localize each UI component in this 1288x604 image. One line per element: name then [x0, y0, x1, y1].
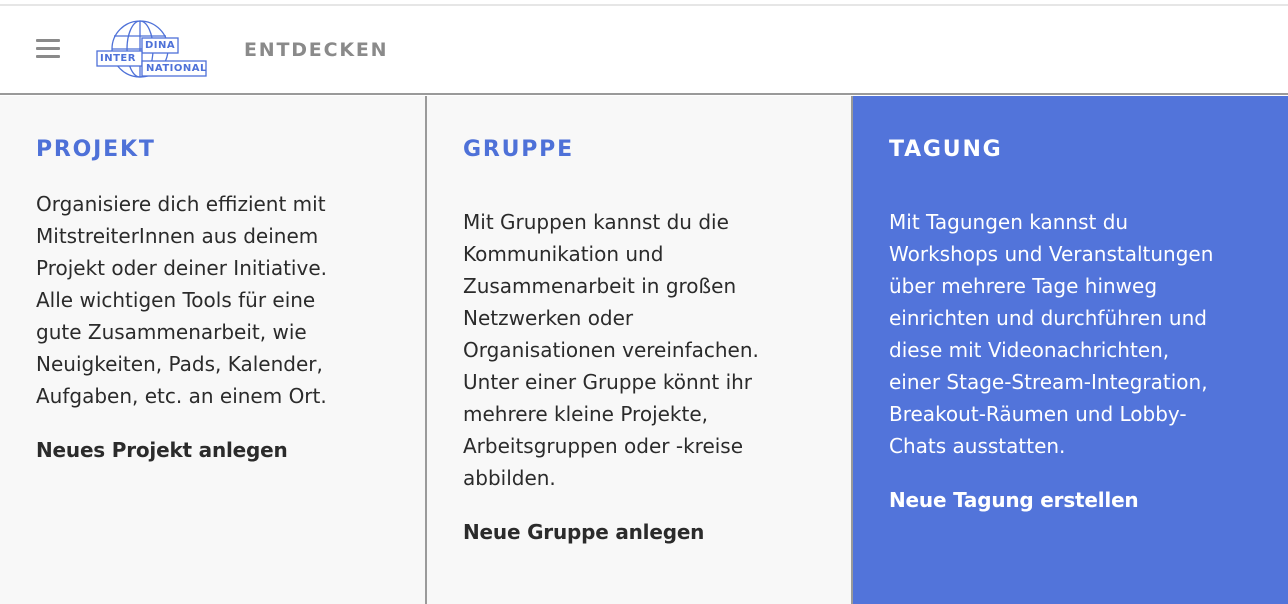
description-line: Zusammenarbeit in großen [463, 274, 737, 298]
card-title: TAGUNG [889, 137, 1003, 162]
logo-text-national: NATIONAL [146, 63, 207, 74]
description-line: mehrere kleine Projekte, [463, 402, 709, 426]
card-gruppe: GRUPPE Mit Gruppen kannst du die Kommuni… [427, 96, 853, 604]
card-description: Mit Gruppen kannst du die Kommunikation … [463, 206, 813, 494]
description-line: Organisiere dich effizient mit [36, 192, 326, 216]
new-conference-link[interactable]: Neue Tagung erstellen [889, 488, 1139, 512]
logo-text-inter: INTER [100, 53, 136, 64]
new-project-link[interactable]: Neues Projekt anlegen [36, 438, 288, 462]
card-title: PROJEKT [36, 137, 156, 162]
description-line: abbilden. [463, 466, 556, 490]
description-line: einrichten und durchführen und [889, 306, 1207, 330]
description-line: Chats ausstatten. [889, 434, 1066, 458]
dina-international-logo[interactable]: DINA INTER NATIONAL [94, 18, 210, 82]
description-line: einer Stage-Stream-Integration, [889, 370, 1208, 394]
new-group-link[interactable]: Neue Gruppe anlegen [463, 520, 704, 544]
create-options: PROJEKT Organisiere dich effizient mit M… [0, 96, 1288, 604]
description-line: Organisationen vereinfachen. [463, 338, 759, 362]
logo-text-dina: DINA [145, 40, 176, 51]
hamburger-menu-icon[interactable] [36, 39, 60, 59]
description-line: diese mit Videonachrichten, [889, 338, 1170, 362]
description-line: Arbeitsgruppen oder -kreise [463, 434, 744, 458]
card-title: GRUPPE [463, 137, 574, 162]
description-line: Workshops und Veranstaltungen [889, 242, 1214, 266]
description-line: Neuigkeiten, Pads, Kalender, [36, 352, 323, 376]
card-tagung: TAGUNG Mit Tagungen kannst du Workshops … [853, 96, 1288, 604]
description-line: Aufgaben, etc. an einem Ort. [36, 384, 327, 408]
card-projekt: PROJEKT Organisiere dich effizient mit M… [0, 96, 427, 604]
description-line: Kommunikation und [463, 242, 664, 266]
description-line: Breakout-Räumen und Lobby- [889, 402, 1187, 426]
description-line: Mit Tagungen kannst du [889, 210, 1129, 234]
description-line: Projekt oder deiner Initiative. [36, 256, 327, 280]
card-description: Organisiere dich effizient mit Mitstreit… [36, 188, 376, 412]
description-line: gute Zusammenarbeit, wie [36, 320, 307, 344]
description-line: Netzwerken oder [463, 306, 634, 330]
card-description: Mit Tagungen kannst du Workshops und Ver… [889, 206, 1239, 462]
description-line: Alle wichtigen Tools für eine [36, 288, 316, 312]
description-line: Mit Gruppen kannst du die [463, 210, 729, 234]
top-navigation-bar: DINA INTER NATIONAL ENTDECKEN [0, 6, 1288, 95]
description-line: über mehrere Tage hinweg [889, 274, 1158, 298]
description-line: MitstreiterInnen aus deinem [36, 224, 319, 248]
description-line: Unter einer Gruppe könnt ihr [463, 370, 753, 394]
nav-link-entdecken[interactable]: ENTDECKEN [244, 39, 388, 61]
